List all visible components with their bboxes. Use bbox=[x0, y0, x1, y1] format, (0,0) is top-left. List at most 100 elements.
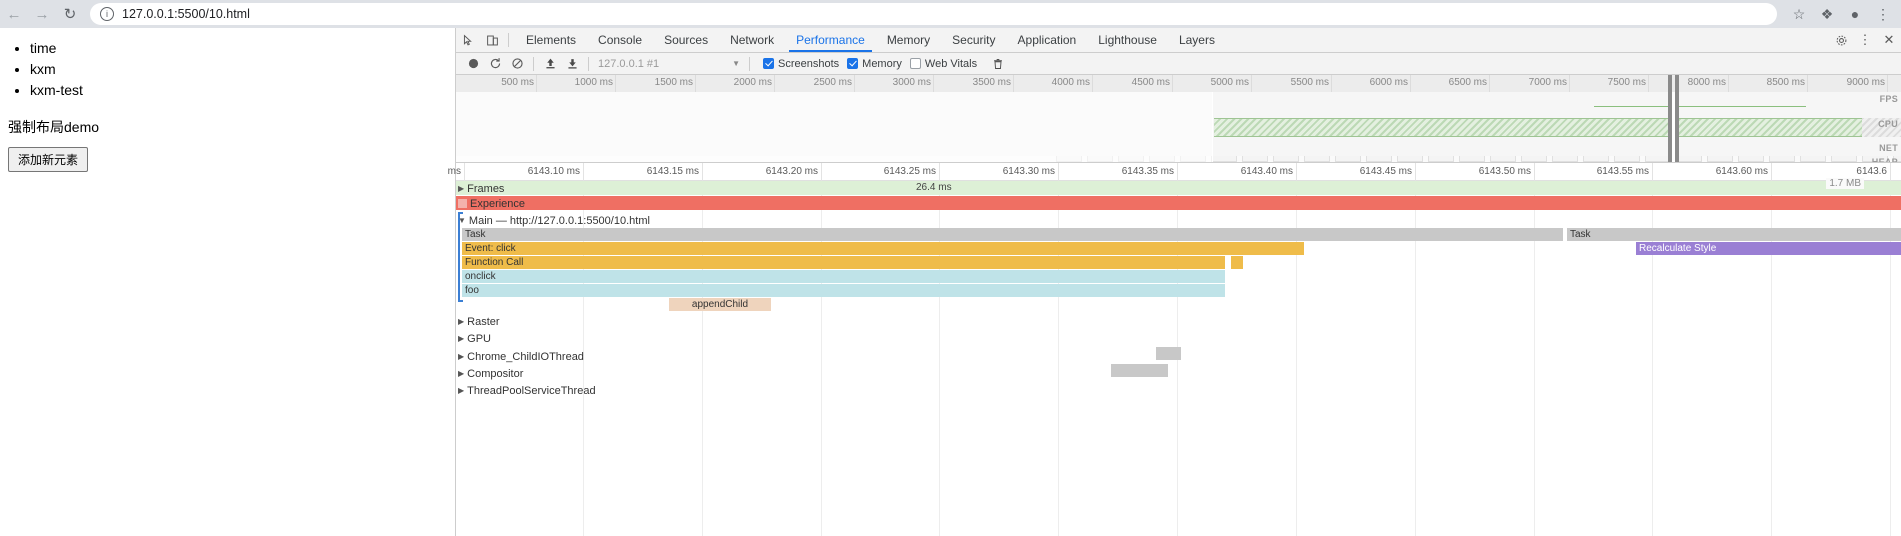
web-page-content: time kxm kxm-test 强制布局demo 添加新元素 bbox=[0, 28, 455, 536]
detail-tick: 6143.20 ms bbox=[766, 163, 822, 181]
track-experience-header[interactable]: Experience bbox=[456, 197, 525, 211]
tab-lighthouse[interactable]: Lighthouse bbox=[1087, 28, 1168, 52]
more-vertical-icon[interactable]: ⋮ bbox=[1869, 0, 1897, 28]
download-arrow-icon[interactable] bbox=[561, 54, 583, 74]
overview-label-cpu: CPU bbox=[1878, 119, 1898, 129]
heap-bar bbox=[1831, 156, 1857, 162]
cpu-usage-area bbox=[1214, 118, 1862, 137]
more-vertical-icon[interactable]: ⋮ bbox=[1853, 28, 1877, 52]
bar-append-child[interactable]: appendChild bbox=[669, 298, 771, 311]
person-icon[interactable]: ● bbox=[1841, 0, 1869, 28]
forward-arrow-icon[interactable]: → bbox=[28, 0, 56, 28]
bar-event-click[interactable]: Event: click bbox=[462, 242, 1304, 255]
trash-icon[interactable] bbox=[987, 54, 1009, 74]
bar-recalculate-style[interactable]: Recalculate Style bbox=[1636, 242, 1901, 255]
detail-tick-label: 6143.50 ms bbox=[1478, 166, 1531, 177]
checkbox-screenshots[interactable]: Screenshots bbox=[763, 58, 839, 70]
devtools-tabbar: Elements Console Sources Network Perform… bbox=[456, 28, 1901, 53]
chevron-down-icon: ▼ bbox=[732, 59, 740, 68]
detail-tick-label: 6143.30 ms bbox=[1002, 166, 1055, 177]
bar-task-right[interactable] bbox=[1225, 228, 1563, 241]
bar-onclick[interactable]: onclick bbox=[462, 270, 1225, 283]
tab-security[interactable]: Security bbox=[941, 28, 1006, 52]
gear-icon[interactable] bbox=[1829, 28, 1853, 52]
page-heading: 强制布局demo bbox=[8, 119, 100, 135]
detail-tick-label: 6143.45 ms bbox=[1359, 166, 1412, 177]
track-gpu-label: GPU bbox=[467, 333, 491, 345]
overview-tick-label: 500 ms bbox=[501, 77, 534, 88]
tab-memory[interactable]: Memory bbox=[876, 28, 941, 52]
tab-console[interactable]: Console bbox=[587, 28, 653, 52]
address-bar[interactable]: i 127.0.0.1:5500/10.html bbox=[90, 3, 1777, 25]
heap-bar bbox=[1304, 156, 1330, 162]
info-circle-icon[interactable]: i bbox=[100, 7, 114, 21]
track-threadpool-header[interactable]: ▶ ThreadPoolServiceThread bbox=[456, 384, 596, 398]
heap-size-row: 1.7 MB bbox=[1456, 178, 1901, 192]
list-item: kxm bbox=[30, 59, 447, 80]
star-icon[interactable]: ☆ bbox=[1785, 0, 1813, 28]
overview-window-handle-right[interactable] bbox=[1675, 75, 1679, 162]
device-toggle-icon[interactable] bbox=[480, 28, 504, 52]
chrome-toolbar-right: ☆ ❖ ● ⋮ bbox=[1785, 0, 1901, 28]
chevron-down-icon: ▼ bbox=[458, 216, 466, 225]
track-raster-label: Raster bbox=[467, 316, 500, 328]
checkbox-web-vitals[interactable]: Web Vitals bbox=[909, 58, 977, 70]
bar-foo[interactable]: foo bbox=[462, 284, 1225, 297]
puzzle-icon[interactable]: ❖ bbox=[1813, 0, 1841, 28]
heap-bar bbox=[1490, 156, 1516, 162]
bar-task-2[interactable]: Task bbox=[1567, 228, 1901, 241]
track-raster-header[interactable]: ▶ Raster bbox=[456, 315, 500, 329]
tab-layers[interactable]: Layers bbox=[1168, 28, 1226, 52]
bar-function-call-2[interactable] bbox=[1231, 256, 1243, 269]
detail-tick-label: 6143.20 ms bbox=[765, 166, 818, 177]
upload-arrow-icon[interactable] bbox=[539, 54, 561, 74]
cursor-inspect-icon[interactable] bbox=[456, 28, 480, 52]
overview-tick-label: 5000 ms bbox=[1210, 77, 1249, 88]
overview-window-handle-left[interactable] bbox=[1668, 75, 1672, 162]
track-frames-header[interactable]: ▶ Frames bbox=[456, 182, 504, 196]
track-gpu-header[interactable]: ▶ GPU bbox=[456, 332, 491, 346]
back-arrow-icon[interactable]: ← bbox=[0, 0, 28, 28]
tab-network[interactable]: Network bbox=[719, 28, 785, 52]
bar-childiothread-event[interactable] bbox=[1156, 347, 1181, 360]
experience-swatch bbox=[458, 199, 467, 208]
checkbox-memory-box[interactable] bbox=[847, 58, 859, 69]
heap-bar bbox=[1521, 156, 1547, 162]
clear-prohibited-icon[interactable] bbox=[506, 54, 528, 74]
performance-overview[interactable]: 500 ms 1000 ms 1500 ms 2000 ms 2500 ms 3000 m… bbox=[456, 75, 1901, 163]
track-main-header[interactable]: ▼ Main — http://127.0.0.1:5500/10.html bbox=[456, 214, 650, 228]
overview-tick-label: 4000 ms bbox=[1051, 77, 1090, 88]
tabbar-divider bbox=[508, 33, 509, 47]
bar-function-call[interactable]: Function Call bbox=[462, 256, 1225, 269]
track-compositor-label: Compositor bbox=[467, 368, 524, 380]
checkbox-web-vitals-box[interactable] bbox=[909, 58, 921, 69]
track-experience[interactable] bbox=[456, 196, 1901, 210]
chevron-right-icon: ▶ bbox=[458, 369, 465, 378]
overview-tick-label: 4500 ms bbox=[1131, 77, 1170, 88]
tab-performance[interactable]: Performance bbox=[785, 28, 876, 52]
overview-tick-label: 1000 ms bbox=[574, 77, 613, 88]
reload-record-icon[interactable] bbox=[484, 54, 506, 74]
track-childiothread-header[interactable]: ▶ Chrome_ChildIOThread bbox=[456, 350, 584, 364]
checkbox-screenshots-box[interactable] bbox=[763, 58, 774, 69]
detail-tick-label: 6143.25 ms bbox=[883, 166, 936, 177]
tab-sources[interactable]: Sources bbox=[653, 28, 719, 52]
tab-application[interactable]: Application bbox=[1007, 28, 1088, 52]
chevron-right-icon: ▶ bbox=[458, 317, 465, 326]
tab-elements[interactable]: Elements bbox=[515, 28, 587, 52]
flame-chart[interactable]: ▶ Frames 26.4 ms Experience ▼ Main — http:… bbox=[456, 181, 1901, 536]
profile-select[interactable]: 127.0.0.1 #1 ▼ bbox=[594, 58, 744, 70]
heap-bar bbox=[1614, 156, 1640, 162]
fps-line bbox=[1594, 106, 1806, 107]
heap-bar bbox=[1707, 156, 1733, 162]
record-circle-icon[interactable] bbox=[462, 54, 484, 74]
bar-compositor-event[interactable] bbox=[1111, 364, 1168, 377]
heap-size-value: 1.7 MB bbox=[1826, 178, 1864, 189]
track-compositor-header[interactable]: ▶ Compositor bbox=[456, 367, 523, 381]
close-icon[interactable]: ✕ bbox=[1877, 28, 1901, 52]
add-element-button[interactable]: 添加新元素 bbox=[8, 147, 89, 172]
reload-icon[interactable]: ↻ bbox=[56, 0, 84, 28]
heap-bar bbox=[1800, 156, 1826, 162]
checkbox-memory[interactable]: Memory bbox=[847, 58, 902, 70]
overview-tick-label: 7000 ms bbox=[1528, 77, 1567, 88]
